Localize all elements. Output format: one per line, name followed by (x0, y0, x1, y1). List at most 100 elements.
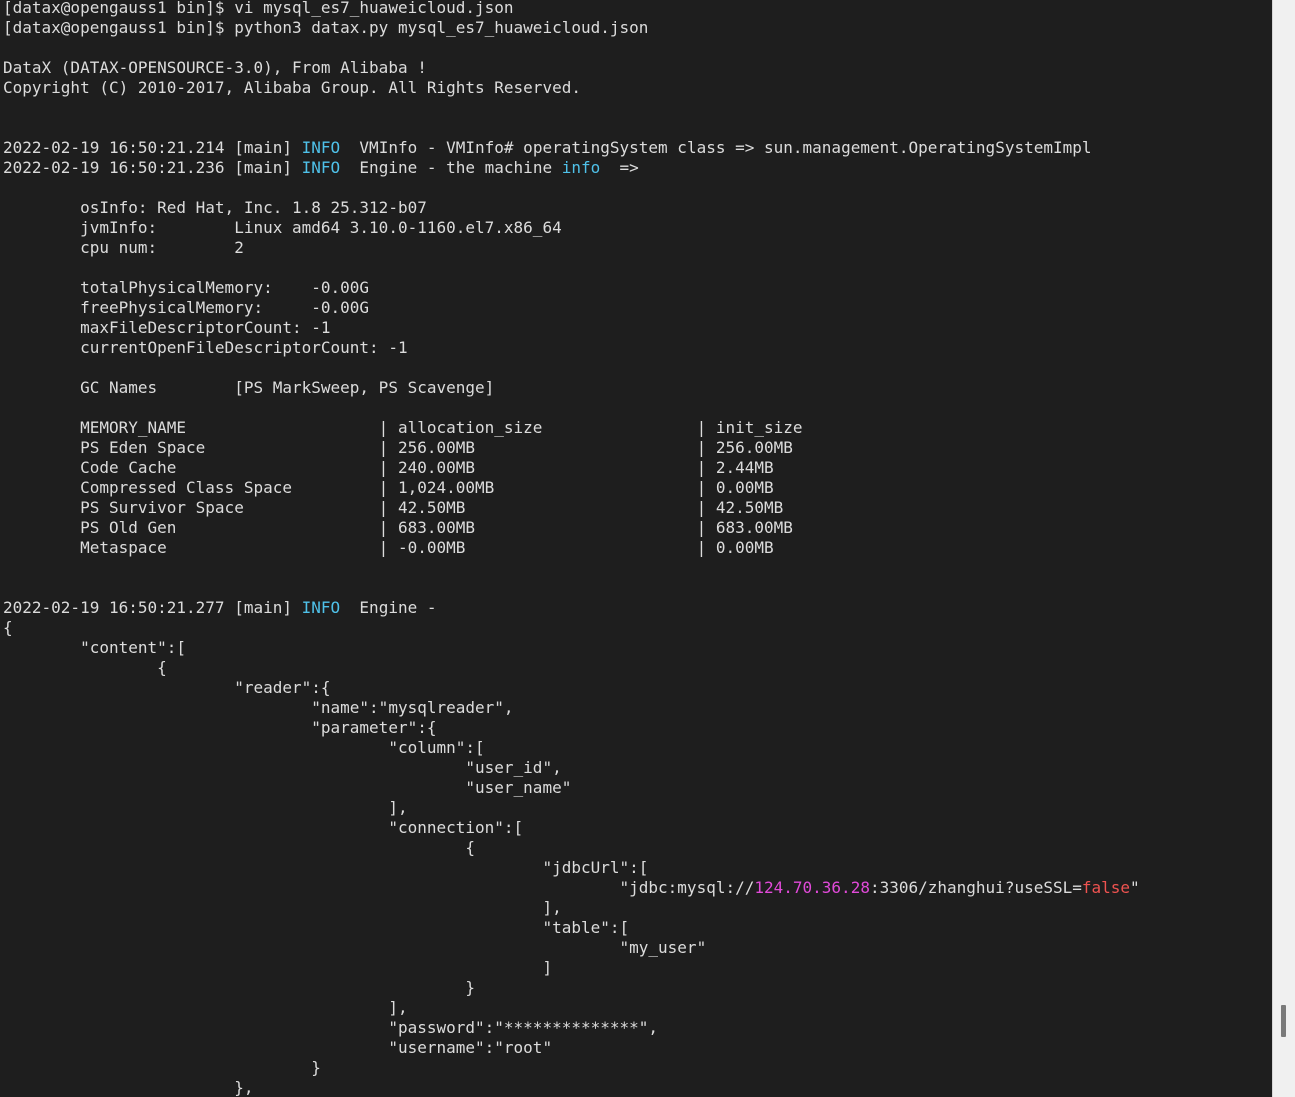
terminal-text-segment: Engine - (340, 598, 437, 617)
terminal-line: "connection":[ (3, 818, 1140, 838)
terminal-text-segment: 2022-02-19 16:50:21.236 [main] (3, 158, 302, 177)
terminal-line: [datax@opengauss1 bin]$ python3 datax.py… (3, 18, 1140, 38)
terminal-text-segment: ], (3, 998, 408, 1017)
terminal-line: ], (3, 898, 1140, 918)
terminal-text-segment: { (3, 618, 13, 637)
terminal-line: cpu num: 2 (3, 238, 1140, 258)
terminal-line: }, (3, 1078, 1140, 1097)
terminal-text-segment: INFO (301, 138, 341, 157)
terminal-text-segment: }, (3, 1078, 254, 1097)
terminal-line: DataX (DATAX-OPENSOURCE-3.0), From Aliba… (3, 58, 1140, 78)
terminal-text-segment: osInfo: Red Hat, Inc. 1.8 25.312-b07 (3, 198, 427, 217)
terminal-text-segment: PS Survivor Space | 42.50MB | 42.50MB (3, 498, 784, 517)
terminal-text-segment: GC Names [PS MarkSweep, PS Scavenge] (3, 378, 495, 397)
terminal-text-segment: currentOpenFileDescriptorCount: -1 (3, 338, 408, 357)
terminal-text-segment: cpu num: 2 (3, 238, 244, 257)
terminal-line: osInfo: Red Hat, Inc. 1.8 25.312-b07 (3, 198, 1140, 218)
terminal-line: Code Cache | 240.00MB | 2.44MB (3, 458, 1140, 478)
vertical-scrollbar[interactable] (1272, 0, 1295, 1097)
terminal-text-segment: 2022-02-19 16:50:21.277 [main] (3, 598, 302, 617)
terminal-text-segment: { (3, 838, 476, 857)
terminal-line: MEMORY_NAME | allocation_size | init_siz… (3, 418, 1140, 438)
terminal-line: } (3, 1058, 1140, 1078)
terminal-text-segment: "connection":[ (3, 818, 524, 837)
terminal-line: 2022-02-19 16:50:21.214 [main] INFO VMIn… (3, 138, 1140, 158)
terminal-line: "table":[ (3, 918, 1140, 938)
terminal-line: "jdbcUrl":[ (3, 858, 1140, 878)
terminal-text-segment: :3306/zhanghui?useSSL= (869, 878, 1082, 897)
terminal-text-segment: jvmInfo: Linux amd64 3.10.0-1160.el7.x86… (3, 218, 562, 237)
terminal-text-segment: Metaspace | -0.00MB | 0.00MB (3, 538, 774, 557)
terminal-text-segment: "content":[ (3, 638, 187, 657)
terminal-text-segment: totalPhysicalMemory: -0.00G (3, 278, 370, 297)
terminal-line: jvmInfo: Linux amd64 3.10.0-1160.el7.x86… (3, 218, 1140, 238)
terminal-text-segment: "my_user" (3, 938, 707, 957)
terminal-text-segment: "password":"**************", (3, 1018, 659, 1037)
terminal-line: PS Old Gen | 683.00MB | 683.00MB (3, 518, 1140, 538)
terminal-line: ], (3, 998, 1140, 1018)
terminal-window: [datax@opengauss1 bin]$ vi mysql_es7_hua… (0, 0, 1295, 1097)
terminal-text-segment: info (561, 158, 601, 177)
terminal-line: Compressed Class Space | 1,024.00MB | 0.… (3, 478, 1140, 498)
terminal-text-segment: "reader":{ (3, 678, 331, 697)
terminal-line: Metaspace | -0.00MB | 0.00MB (3, 538, 1140, 558)
terminal-line: "username":"root" (3, 1038, 1140, 1058)
terminal-line: GC Names [PS MarkSweep, PS Scavenge] (3, 378, 1140, 398)
terminal-text-segment: "jdbc:mysql:// (3, 878, 755, 897)
terminal-text-segment: ], (3, 798, 408, 817)
terminal-text-segment: PS Eden Space | 256.00MB | 256.00MB (3, 438, 793, 457)
terminal-lines: [datax@opengauss1 bin]$ vi mysql_es7_hua… (3, 0, 1140, 1097)
terminal-text-segment: false (1081, 878, 1131, 897)
terminal-line: currentOpenFileDescriptorCount: -1 (3, 338, 1140, 358)
terminal-text-segment: [datax@opengauss1 bin]$ vi mysql_es7_hua… (3, 0, 514, 17)
terminal-line: "parameter":{ (3, 718, 1140, 738)
terminal-text-segment: "parameter":{ (3, 718, 437, 737)
terminal-text-segment: VMInfo - VMInfo# operatingSystem class =… (340, 138, 1092, 157)
terminal-line: "jdbc:mysql://124.70.36.28:3306/zhanghui… (3, 878, 1140, 898)
terminal-text-segment: } (3, 978, 476, 997)
terminal-line: "reader":{ (3, 678, 1140, 698)
terminal-line: "user_id", (3, 758, 1140, 778)
terminal-text-segment: PS Old Gen | 683.00MB | 683.00MB (3, 518, 793, 537)
terminal-text-segment: Compressed Class Space | 1,024.00MB | 0.… (3, 478, 774, 497)
scrollbar-thumb[interactable] (1281, 1005, 1286, 1037)
terminal-line: "name":"mysqlreader", (3, 698, 1140, 718)
terminal-text-segment: "username":"root" (3, 1038, 553, 1057)
terminal-text-segment: DataX (DATAX-OPENSOURCE-3.0), From Aliba… (3, 58, 427, 77)
terminal-text-segment: MEMORY_NAME | allocation_size | init_siz… (3, 418, 803, 437)
terminal-text-segment: 2022-02-19 16:50:21.214 [main] (3, 138, 302, 157)
terminal-line: freePhysicalMemory: -0.00G (3, 298, 1140, 318)
terminal-line: ] (3, 958, 1140, 978)
terminal-output[interactable]: [datax@opengauss1 bin]$ vi mysql_es7_hua… (0, 0, 1272, 1097)
terminal-line: { (3, 618, 1140, 638)
terminal-text-segment: ], (3, 898, 562, 917)
terminal-text-segment: freePhysicalMemory: -0.00G (3, 298, 370, 317)
terminal-text-segment: INFO (301, 598, 341, 617)
terminal-text-segment: } (3, 1058, 321, 1077)
terminal-line: totalPhysicalMemory: -0.00G (3, 278, 1140, 298)
terminal-line: ], (3, 798, 1140, 818)
terminal-text-segment: "column":[ (3, 738, 485, 757)
terminal-line: [datax@opengauss1 bin]$ vi mysql_es7_hua… (3, 0, 1140, 18)
terminal-line: 2022-02-19 16:50:21.236 [main] INFO Engi… (3, 158, 1140, 178)
terminal-line: 2022-02-19 16:50:21.277 [main] INFO Engi… (3, 598, 1140, 618)
terminal-line: "column":[ (3, 738, 1140, 758)
terminal-text-segment: 124.70.36.28 (754, 878, 870, 897)
terminal-text-segment: "table":[ (3, 918, 630, 937)
terminal-text-segment: maxFileDescriptorCount: -1 (3, 318, 331, 337)
terminal-text-segment: INFO (301, 158, 341, 177)
terminal-text-segment: "name":"mysqlreader", (3, 698, 514, 717)
terminal-line: maxFileDescriptorCount: -1 (3, 318, 1140, 338)
terminal-text-segment: "jdbcUrl":[ (3, 858, 649, 877)
terminal-line: } (3, 978, 1140, 998)
terminal-line: PS Survivor Space | 42.50MB | 42.50MB (3, 498, 1140, 518)
terminal-line: "user_name" (3, 778, 1140, 798)
